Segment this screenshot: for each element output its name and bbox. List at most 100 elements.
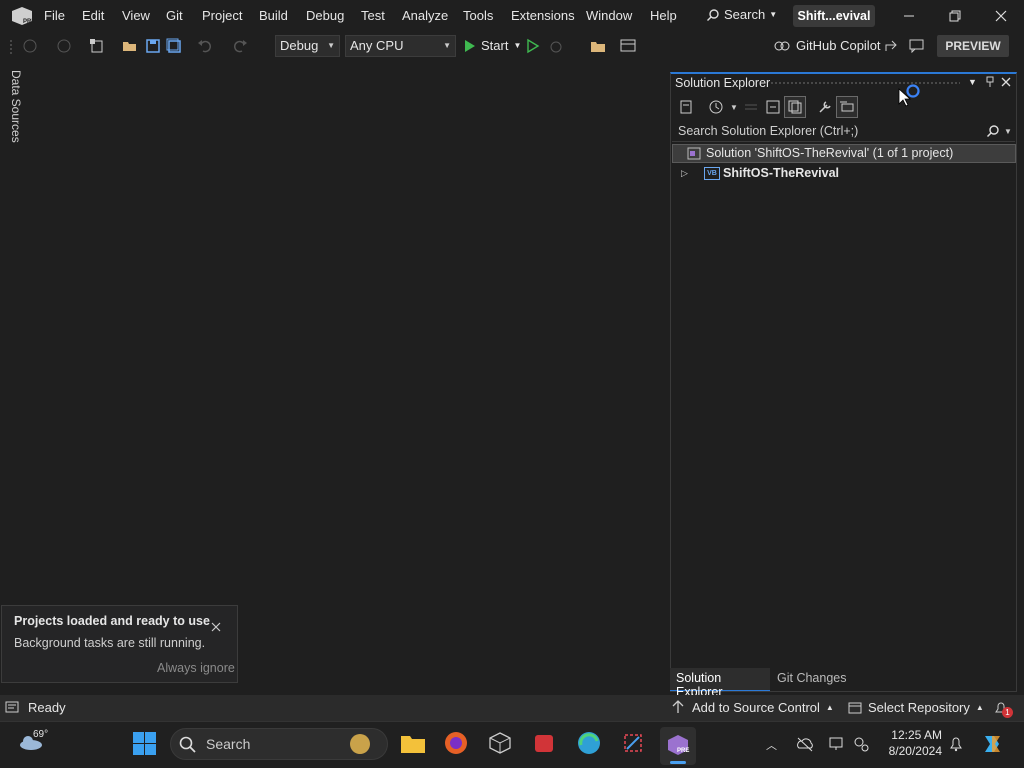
solution-folder-icon[interactable]: [590, 38, 606, 54]
red-app-icon[interactable]: [533, 732, 555, 754]
open-folder-icon[interactable]: [122, 38, 138, 54]
minimize-icon[interactable]: [901, 8, 917, 24]
add-to-source-control-button[interactable]: Add to Source Control ▲: [692, 700, 834, 716]
file-explorer-icon[interactable]: [400, 732, 426, 754]
properties-wrench-icon[interactable]: [817, 99, 833, 115]
save-all-icon[interactable]: [166, 38, 182, 54]
app-cube-icon[interactable]: [488, 731, 512, 755]
layout-icon[interactable]: [620, 38, 646, 54]
tab-git-changes[interactable]: Git Changes: [777, 671, 846, 685]
forward-icon[interactable]: [56, 38, 72, 54]
preview-button[interactable]: PREVIEW: [937, 35, 1009, 57]
data-sources-tab[interactable]: Data Sources: [9, 70, 23, 143]
repository-label: Select Repository: [868, 700, 970, 715]
status-bar: Ready Add to Source Control ▲ Select Rep…: [0, 695, 1024, 721]
copilot-taskbar-icon[interactable]: [980, 732, 1004, 756]
platform-select[interactable]: Any CPU ▼: [345, 35, 456, 57]
up-arrow-icon: [672, 700, 684, 713]
windows-start-icon[interactable]: [133, 732, 156, 755]
menu-window[interactable]: Window: [586, 8, 632, 23]
show-all-files-toggle[interactable]: [784, 96, 806, 118]
solution-title-pill[interactable]: Shift...evival: [793, 5, 875, 27]
menu-help[interactable]: Help: [650, 8, 677, 23]
start-without-debugging-icon[interactable]: [526, 38, 540, 54]
status-ready: Ready: [28, 700, 66, 715]
search-icon[interactable]: [986, 124, 1000, 138]
chevron-down-icon[interactable]: ▼: [1004, 127, 1012, 136]
tree-row-solution[interactable]: Solution 'ShiftOS-TheRevival' (1 of 1 pr…: [672, 144, 1016, 163]
edge-browser-icon[interactable]: [577, 731, 601, 755]
search-icon: [179, 736, 196, 753]
search-button[interactable]: Search ▼: [706, 7, 777, 22]
chevron-down-icon: ▼: [513, 41, 522, 50]
pending-changes-filter-icon[interactable]: [708, 99, 724, 115]
chevron-down-icon: ▼: [327, 41, 335, 50]
tree-row-project[interactable]: ▷ VB ShiftOS-TheRevival: [672, 164, 1016, 183]
panel-grip[interactable]: [770, 81, 960, 85]
onedrive-offline-icon[interactable]: [796, 736, 814, 752]
source-control-label: Add to Source Control: [692, 700, 820, 715]
pin-icon[interactable]: [984, 76, 996, 88]
redo-icon[interactable]: [232, 38, 248, 54]
menu-edit[interactable]: Edit: [82, 8, 104, 23]
visual-studio-logo[interactable]: PRE: [10, 5, 34, 27]
expand-arrow-icon[interactable]: ▷: [681, 164, 688, 183]
repository-icon: [848, 702, 862, 714]
menu-tools[interactable]: Tools: [463, 8, 493, 23]
sync-active-document-icon[interactable]: [743, 99, 759, 115]
solution-explorer-search-input[interactable]: Search Solution Explorer (Ctrl+;): [672, 120, 1015, 142]
menu-extensions[interactable]: Extensions: [511, 8, 575, 23]
taskbar-search-box[interactable]: Search: [170, 728, 388, 760]
chevron-up-icon: ▲: [975, 703, 984, 712]
mouse-cursor-icon: [898, 88, 912, 107]
network-icon[interactable]: [852, 735, 870, 753]
menu-git[interactable]: Git: [166, 8, 183, 23]
undo-icon[interactable]: [197, 38, 213, 54]
save-icon[interactable]: [145, 38, 161, 54]
firefox-icon[interactable]: [444, 731, 468, 755]
display-icon[interactable]: [828, 735, 846, 753]
close-panel-icon[interactable]: [1000, 76, 1012, 88]
select-repository-button[interactable]: Select Repository ▲: [868, 700, 984, 716]
menu-project[interactable]: Project: [202, 8, 242, 23]
new-project-icon[interactable]: [89, 38, 105, 54]
restore-icon[interactable]: [947, 8, 963, 24]
visual-studio-preview-icon: PRE: [668, 735, 689, 755]
tab-solution-explorer[interactable]: Solution Explorer: [670, 668, 770, 699]
feedback-icon[interactable]: [909, 39, 925, 53]
menu-analyze[interactable]: Analyze: [402, 8, 448, 23]
always-ignore-link[interactable]: Always ignore: [157, 661, 235, 675]
menu-test[interactable]: Test: [361, 8, 385, 23]
switch-views-icon[interactable]: [678, 99, 694, 115]
svg-text:PRE: PRE: [677, 748, 689, 754]
share-icon[interactable]: [884, 39, 898, 53]
notification-toast: Projects loaded and ready to use Backgro…: [1, 605, 238, 683]
close-icon[interactable]: [211, 622, 221, 632]
preview-selected-toggle[interactable]: [836, 96, 858, 118]
weather-temperature: 69°: [33, 729, 49, 740]
chevron-up-icon[interactable]: ︿: [766, 737, 777, 753]
preview-selected-icon: [840, 101, 854, 112]
menu-file[interactable]: File: [44, 8, 65, 23]
back-icon[interactable]: [22, 38, 38, 54]
close-icon[interactable]: [993, 8, 1009, 24]
chevron-down-icon[interactable]: ▼: [730, 103, 738, 112]
snipping-tool-icon[interactable]: [621, 731, 645, 755]
notification-center-icon[interactable]: [948, 735, 964, 753]
output-icon[interactable]: [4, 700, 20, 716]
taskbar-clock[interactable]: 12:25 AM 8/20/2024: [880, 728, 942, 758]
menu-debug[interactable]: Debug: [306, 8, 344, 23]
configuration-value: Debug: [280, 38, 319, 53]
configuration-select[interactable]: Debug ▼: [275, 35, 340, 57]
chevron-down-icon[interactable]: ▼: [968, 77, 977, 87]
visual-studio-taskbar-button[interactable]: PRE: [660, 727, 696, 765]
collapse-all-icon[interactable]: [765, 99, 781, 115]
hot-reload-icon[interactable]: [548, 38, 564, 54]
search-label: Search: [724, 7, 766, 22]
github-copilot-button[interactable]: GitHub Copilot: [774, 38, 881, 53]
menu-build[interactable]: Build: [259, 8, 288, 23]
vb-project-icon: VB: [704, 167, 720, 180]
menu-view[interactable]: View: [122, 8, 150, 23]
solution-label: Solution 'ShiftOS-TheRevival' (1 of 1 pr…: [706, 146, 954, 160]
start-debugging-button[interactable]: Start ▼: [464, 38, 521, 53]
